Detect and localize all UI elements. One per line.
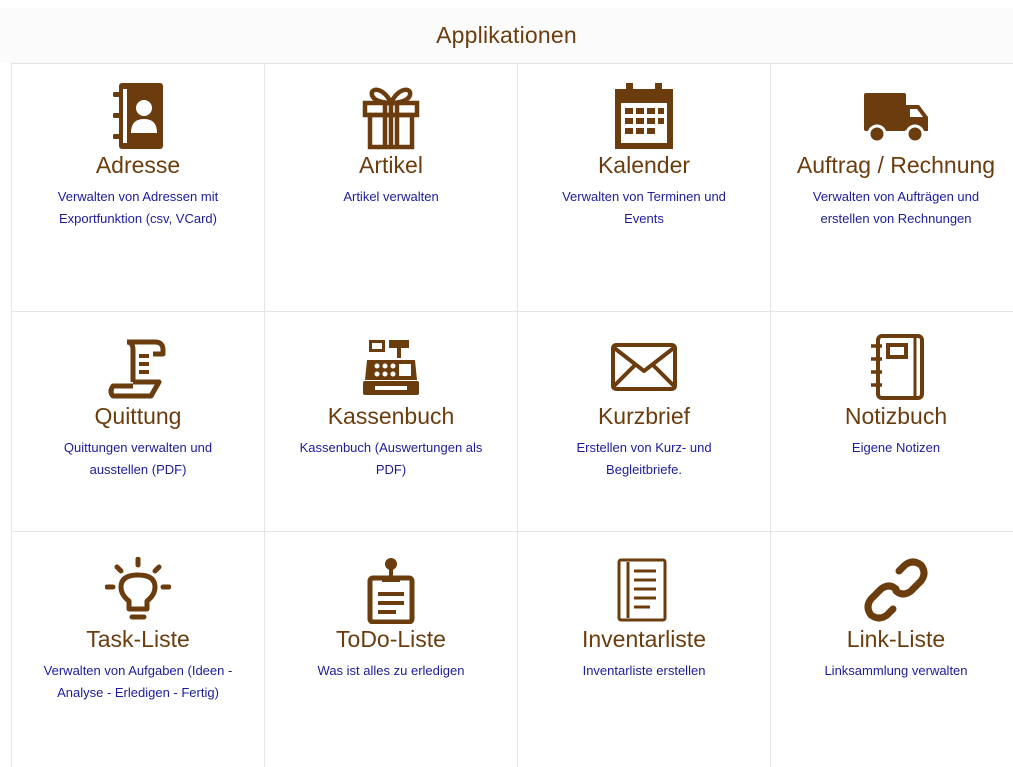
tile-description: Artikel verwalten — [343, 189, 439, 204]
tile-description: Inventarliste erstellen — [582, 663, 706, 678]
tile-title: Quittung — [94, 403, 182, 429]
page-header: Applikationen — [0, 8, 1013, 63]
envelope-icon — [609, 332, 679, 402]
tile-link-liste[interactable]: Link-Liste Linksammlung verwalten — [770, 531, 1013, 767]
tile-title: ToDo-Liste — [336, 626, 446, 652]
tile-title: Auftrag / Rechnung — [796, 152, 996, 178]
tile-title: Inventarliste — [581, 626, 706, 652]
tile-auftrag-rechnung[interactable]: Auftrag / Rechnung Verwalten von Aufträg… — [770, 63, 1013, 312]
tile-todo-liste[interactable]: ToDo-Liste Was ist alles zu erledigen — [264, 531, 518, 767]
tile-description: Eigene Notizen — [851, 440, 941, 455]
gift-icon — [356, 81, 426, 151]
tile-title: Link-Liste — [846, 626, 946, 652]
tile-adresse[interactable]: Adresse Verwalten von Adressen mit Expor… — [11, 63, 265, 312]
tile-inventarliste[interactable]: Inventarliste Inventarliste erstellen — [517, 531, 771, 767]
tile-title: Adresse — [95, 152, 181, 178]
page-title: Applikationen — [436, 22, 577, 48]
tile-description: Linksammlung verwalten — [824, 663, 968, 678]
tile-description: Verwalten von Adressen mit Exportfunktio… — [57, 189, 219, 226]
tile-task-liste[interactable]: Task-Liste Verwalten von Aufgaben (Ideen… — [11, 531, 265, 767]
tile-description: Erstellen von Kurz- und Begleitbriefe. — [576, 440, 712, 477]
notebook-icon — [861, 332, 931, 402]
link-icon — [861, 555, 931, 625]
applications-page: Applikationen Adresse Verwalten von Adre… — [0, 0, 1013, 767]
lightbulb-icon — [103, 555, 173, 625]
calendar-icon — [609, 81, 679, 151]
tile-kassenbuch[interactable]: Kassenbuch Kassenbuch (Auswertungen als … — [264, 311, 518, 532]
tile-description: Verwalten von Aufgaben (Ideen - Analyse … — [43, 663, 233, 700]
tile-title: Kassenbuch — [327, 403, 455, 429]
tile-artikel[interactable]: Artikel Artikel verwalten — [264, 63, 518, 312]
truck-icon — [861, 81, 931, 151]
address-book-icon — [103, 81, 173, 151]
tile-title: Task-Liste — [86, 626, 190, 652]
tile-title: Kalender — [597, 152, 691, 178]
tile-kurzbrief[interactable]: Kurzbrief Erstellen von Kurz- und Beglei… — [517, 311, 771, 532]
tile-title: Kurzbrief — [597, 403, 691, 429]
tile-kalender[interactable]: Kalender Verwalten von Terminen und Even… — [517, 63, 771, 312]
clipboard-pin-icon — [356, 555, 426, 625]
application-grid: Adresse Verwalten von Adressen mit Expor… — [11, 63, 1013, 767]
tile-description: Verwalten von Terminen und Events — [562, 189, 726, 226]
tile-description: Quittungen verwalten und ausstellen (PDF… — [63, 440, 213, 477]
tile-description: Was ist alles zu erledigen — [317, 663, 465, 678]
tile-title: Artikel — [359, 152, 423, 178]
tile-notizbuch[interactable]: Notizbuch Eigene Notizen — [770, 311, 1013, 532]
tile-description: Verwalten von Aufträgen und erstellen vo… — [812, 189, 980, 226]
tile-title: Notizbuch — [844, 403, 948, 429]
cash-register-icon — [356, 332, 426, 402]
tile-quittung[interactable]: Quittung Quittungen verwalten und ausste… — [11, 311, 265, 532]
list-document-icon — [609, 555, 679, 625]
receipt-scroll-icon — [103, 332, 173, 402]
tile-description: Kassenbuch (Auswertungen als PDF) — [299, 440, 483, 477]
